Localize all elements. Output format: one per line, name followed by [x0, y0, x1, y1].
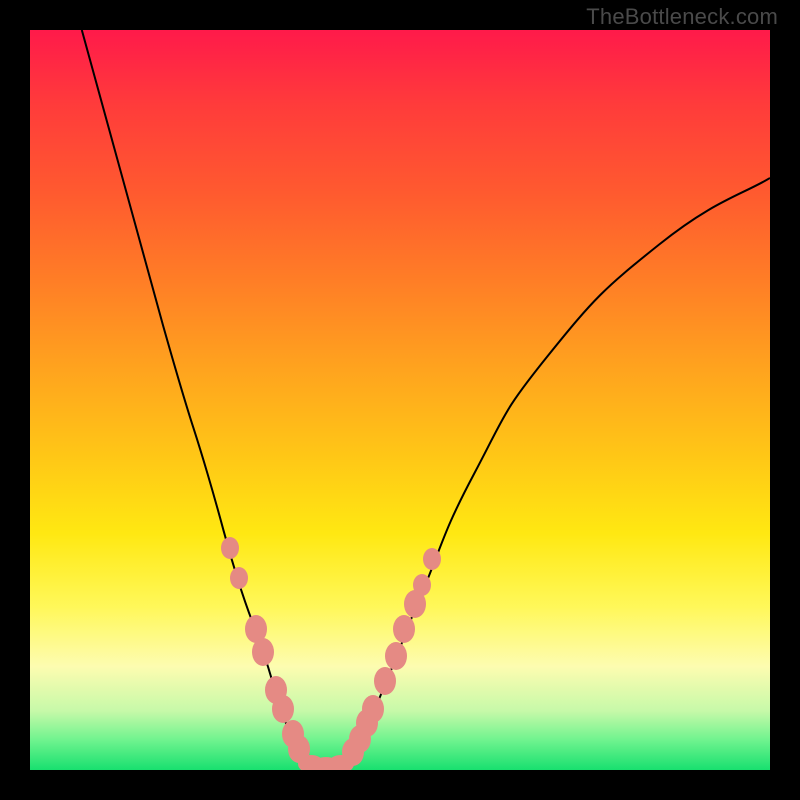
highlight-dot: [362, 695, 384, 723]
highlight-dot: [230, 567, 248, 589]
chart-frame: TheBottleneck.com: [0, 0, 800, 800]
highlight-dot: [221, 537, 239, 559]
curve-right-branch: [345, 178, 771, 766]
highlight-dot: [252, 638, 274, 666]
highlight-dot: [423, 548, 441, 570]
highlight-dot: [374, 667, 396, 695]
highlight-dot: [413, 574, 431, 596]
highlight-dot: [272, 695, 294, 723]
watermark-text: TheBottleneck.com: [586, 4, 778, 30]
plot-area: [30, 30, 770, 770]
highlight-dot: [393, 615, 415, 643]
highlight-dot: [385, 642, 407, 670]
curve-left-branch: [82, 30, 308, 766]
